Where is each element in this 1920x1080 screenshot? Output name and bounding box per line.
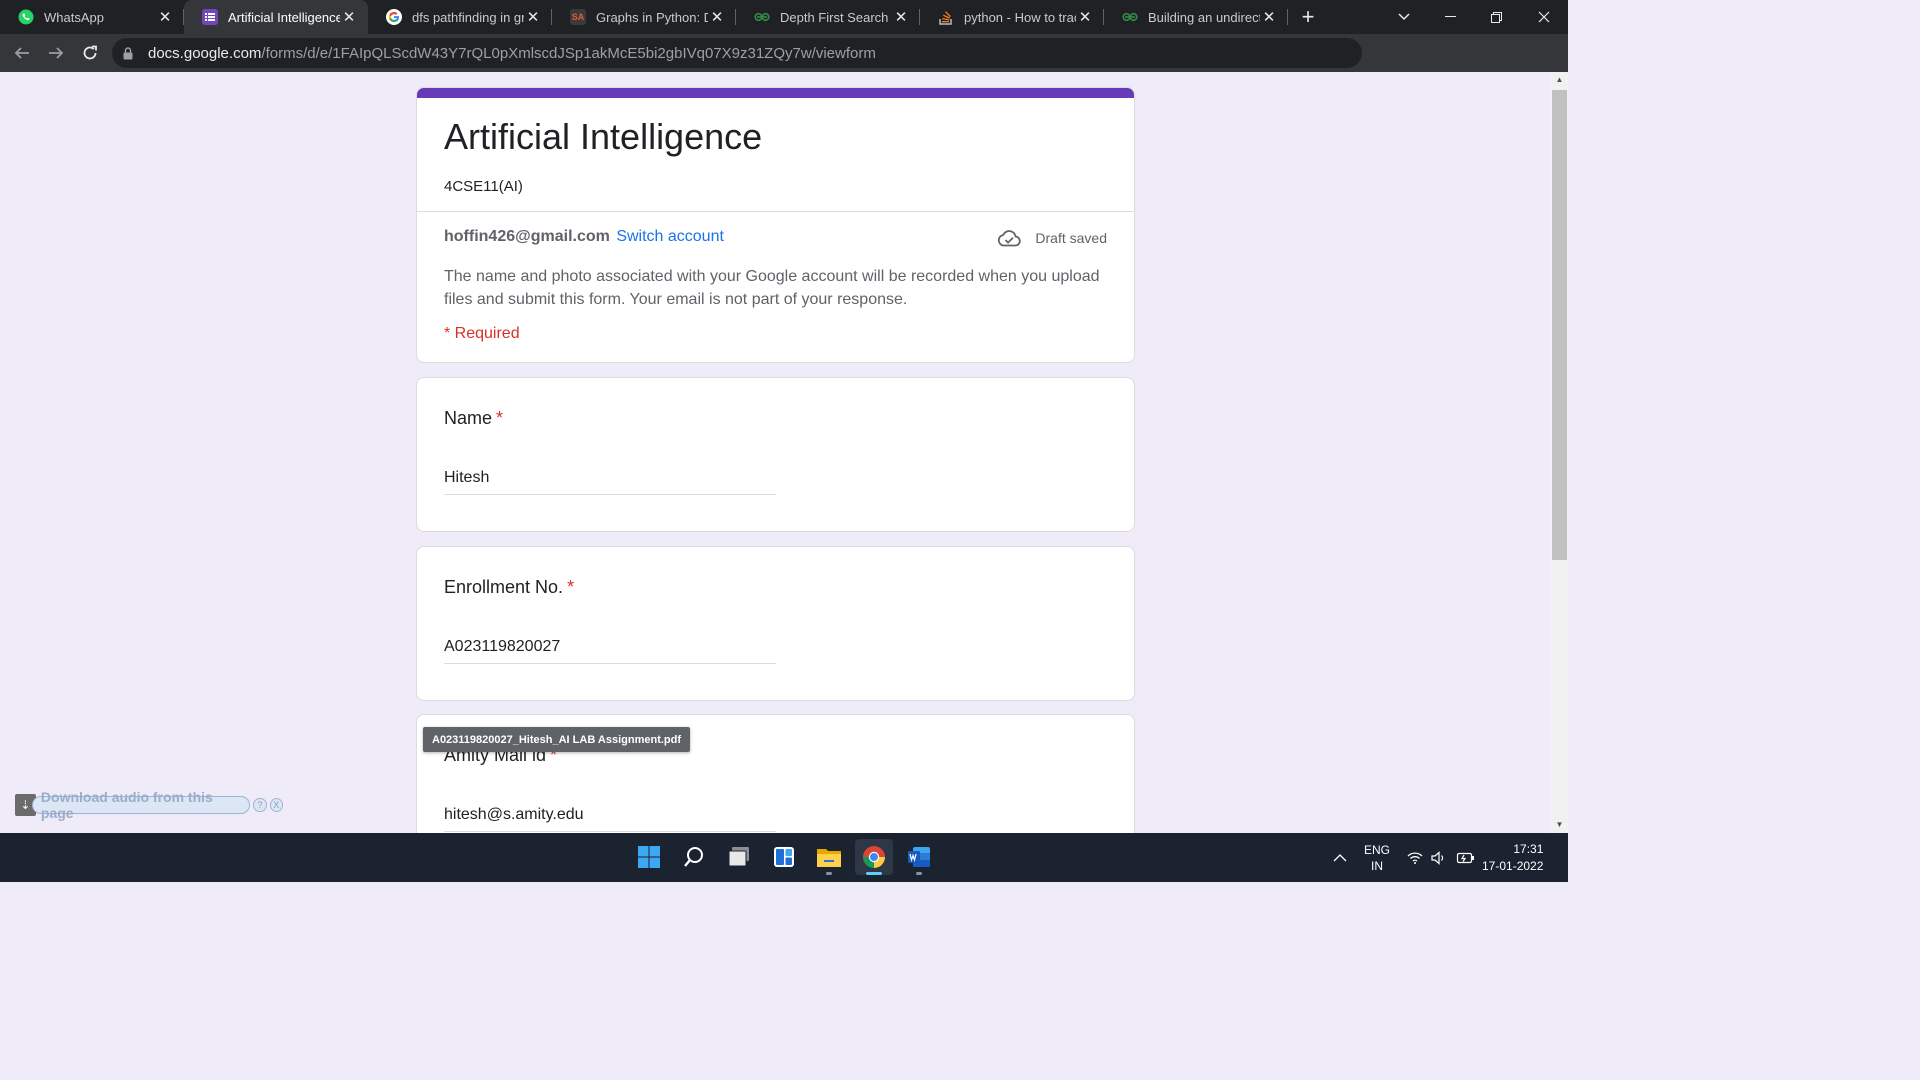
close-icon[interactable]: ✕ (524, 8, 542, 26)
name-input[interactable] (444, 462, 776, 495)
tab-artificial-intelligence[interactable]: Artificial Intelligence ✕ (184, 0, 368, 34)
question-card-enrollment: Enrollment No. * (416, 546, 1135, 701)
required-asterisk: * (567, 577, 575, 597)
stackabuse-icon: SA (570, 9, 586, 25)
close-icon[interactable]: ✕ (156, 8, 174, 26)
browser-toolbar: docs.google.com/forms/d/e/1FAIpQLScdW43Y… (0, 34, 1568, 97)
accent-bar (417, 88, 1134, 98)
address-bar[interactable]: docs.google.com/forms/d/e/1FAIpQLScdW43Y… (112, 38, 1362, 68)
clock-time: 17:31 (1513, 841, 1544, 856)
required-asterisk: * (496, 408, 504, 428)
lang-region: IN (1371, 858, 1383, 873)
form-page: Artificial Intelligence 4CSE11(AI) hoffi… (0, 72, 1551, 833)
new-tab-button[interactable]: + (1288, 0, 1328, 34)
account-email: hoffin426@gmail.com (444, 228, 610, 245)
question-title: Enrollment No. (444, 577, 564, 597)
tab-title: python - How to trac (964, 9, 1076, 25)
tab-title: Depth First Search or (780, 9, 892, 25)
tab-title: Graphs in Python: Dep (596, 9, 708, 25)
privacy-notice: The name and photo associated with your … (444, 268, 1100, 308)
tab-building-an-undirected[interactable]: Building an undirecte ✕ (1104, 0, 1288, 34)
running-indicator (866, 872, 882, 875)
page-title: Artificial Intelligence (444, 116, 763, 157)
tab-dfs-pathfinding[interactable]: dfs pathfinding in gra ✕ (368, 0, 552, 34)
tray-overflow-icon[interactable] (1333, 833, 1347, 882)
tab-depth-first-search[interactable]: Depth First Search or ✕ (736, 0, 920, 34)
account-info: hoffin426@gmail.com Switch account (444, 228, 724, 246)
tab-strip: WhatsApp ✕ Artificial Intelligence ✕ dfs… (0, 0, 1568, 34)
tab-title: Artificial Intelligence (228, 9, 340, 25)
file-tooltip: A023119820027_Hitesh_AI LAB Assignment.p… (423, 727, 691, 752)
tab-graphs-in-python[interactable]: SA Graphs in Python: Dep ✕ (552, 0, 736, 34)
running-indicator (916, 872, 922, 875)
word-icon[interactable] (900, 839, 938, 875)
tab-title: Building an undirecte (1148, 9, 1260, 25)
google-forms-icon (202, 9, 218, 25)
language-indicator[interactable]: ENG IN (1364, 833, 1390, 882)
divider (417, 211, 1134, 212)
help-icon[interactable]: ? (253, 798, 267, 812)
search-icon[interactable] (675, 839, 713, 875)
file-explorer-icon[interactable] (810, 839, 848, 875)
battery-icon[interactable] (1455, 833, 1475, 882)
email-field[interactable] (444, 799, 776, 832)
close-icon[interactable]: ✕ (892, 8, 910, 26)
reload-icon[interactable] (74, 37, 106, 69)
tab-python-how-to-track[interactable]: python - How to trac ✕ (920, 0, 1104, 34)
running-indicator (826, 872, 832, 875)
stackoverflow-icon (938, 9, 954, 25)
enrollment-input[interactable] (444, 631, 776, 664)
task-view-icon[interactable] (720, 839, 758, 875)
form-description: 4CSE11(AI) (444, 178, 523, 195)
clock[interactable]: 17:31 17-01-2022 (1482, 833, 1543, 882)
download-audio-button[interactable]: Download audio from this page (31, 789, 251, 821)
form-header-card: Artificial Intelligence 4CSE11(AI) hoffi… (416, 87, 1135, 363)
tab-title: WhatsApp (44, 9, 104, 25)
google-icon (386, 9, 402, 25)
tab-title: dfs pathfinding in gra (412, 9, 524, 25)
taskbar: ENG IN 17:31 17-01-2022 (0, 833, 1568, 882)
minimize-icon[interactable] (1427, 0, 1473, 34)
switch-account-link[interactable]: Switch account (616, 228, 724, 245)
restore-icon[interactable] (1473, 0, 1519, 34)
cloud-done-icon (998, 230, 1022, 247)
widgets-icon[interactable] (765, 839, 803, 875)
scrollbar-thumb[interactable] (1552, 90, 1567, 560)
url-host: docs.google.com (148, 44, 262, 62)
scrollbar[interactable]: ▲ ▼ (1551, 72, 1568, 833)
wifi-icon[interactable] (1407, 833, 1423, 882)
url-path: /forms/d/e/1FAIpQLScdW43Y7rQL0pXmlscdJSp… (261, 44, 876, 62)
geeksforgeeks-icon (1122, 9, 1138, 25)
tab-separator (1287, 9, 1288, 25)
tab-search-chevron-icon[interactable] (1381, 0, 1427, 34)
close-icon[interactable]: X (269, 798, 283, 812)
scroll-down-icon[interactable]: ▼ (1551, 817, 1568, 833)
chrome-icon[interactable] (855, 839, 893, 875)
url-text: docs.google.com/forms/d/e/1FAIpQLScdW43Y… (148, 45, 876, 62)
question-label: Enrollment No. * (444, 577, 574, 598)
draft-status-text: Draft saved (1035, 230, 1107, 246)
forward-icon[interactable] (40, 37, 72, 69)
start-icon[interactable] (630, 839, 668, 875)
close-icon[interactable]: ✕ (708, 8, 726, 26)
close-icon[interactable]: ✕ (340, 8, 358, 26)
scroll-up-icon[interactable]: ▲ (1551, 72, 1568, 88)
draft-status: Draft saved (997, 229, 1107, 247)
volume-icon[interactable] (1431, 833, 1447, 882)
close-icon[interactable]: ✕ (1076, 8, 1094, 26)
tab-whatsapp[interactable]: WhatsApp ✕ (0, 0, 184, 34)
close-window-icon[interactable] (1521, 0, 1567, 34)
question-label: Name * (444, 408, 503, 429)
whatsapp-icon (18, 9, 34, 25)
back-icon[interactable] (6, 37, 38, 69)
download-audio-bar: ⇣ Download audio from this page ? X (15, 789, 283, 821)
lang-code: ENG (1364, 842, 1391, 857)
geeksforgeeks-icon (754, 9, 770, 25)
lock-icon (122, 46, 134, 60)
close-icon[interactable]: ✕ (1260, 8, 1278, 26)
required-note: * Required (444, 325, 520, 342)
clock-date: 17-01-2022 (1482, 858, 1544, 873)
question-title: Name (444, 408, 493, 428)
question-card-name: Name * (416, 377, 1135, 532)
